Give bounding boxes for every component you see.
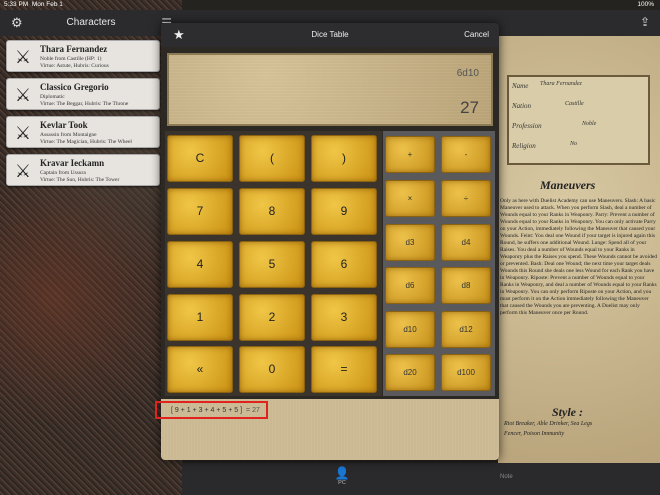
modal-header: ★ Dice Table Cancel <box>161 23 499 47</box>
maneuvers-title: Maneuvers <box>540 178 596 192</box>
character-name: Thara Fernandez <box>40 44 108 54</box>
person-icon: 👤 <box>334 466 350 480</box>
key-divide[interactable]: ÷ <box>441 180 491 217</box>
characters-header: ⚙ Characters ☰ <box>0 10 182 36</box>
key-2[interactable]: 2 <box>239 294 305 341</box>
character-name: Kevlar Took <box>40 120 88 130</box>
dice-result: 27 <box>460 98 479 117</box>
key-d10[interactable]: d10 <box>385 311 435 348</box>
maneuvers-text: Only as here with Duelist Academy can us… <box>500 198 658 316</box>
sheet-name-value: Thara Fernandez <box>540 81 582 87</box>
dice-table-modal: ★ Dice Table Cancel 6d10 27 C ( ) 7 8 9 … <box>161 23 499 460</box>
key-multiply[interactable]: × <box>385 180 435 217</box>
character-name: Kravar Ieckamn <box>40 158 105 168</box>
character-description: Noble from Castille (HP: 1) <box>40 56 102 62</box>
style-title: Style : <box>552 405 583 419</box>
sheet-nation-label: Nation <box>512 102 532 110</box>
character-card[interactable]: ⚔ Classico Gregorio Diplomatic Virtue: T… <box>6 78 160 110</box>
battery-indicator: 100% <box>637 1 654 8</box>
tab-note[interactable]: Note <box>500 474 513 480</box>
key-d6[interactable]: d6 <box>385 267 435 304</box>
style-line: Fencer, Poison Immunity <box>504 431 565 437</box>
character-description: Assassin from Montaigne <box>40 132 97 138</box>
swordsman-icon: ⚔ <box>14 161 32 181</box>
key-d8[interactable]: d8 <box>441 267 491 304</box>
key-equals[interactable]: = <box>311 346 377 393</box>
key-d12[interactable]: d12 <box>441 311 491 348</box>
tab-pc[interactable]: 👤 PC <box>330 466 354 486</box>
key-clear[interactable]: C <box>167 135 233 182</box>
cancel-button[interactable]: Cancel <box>464 30 489 39</box>
sheet-profession-label: Profession <box>512 122 542 130</box>
status-time-date: 5:33 PM Mon Feb 1 <box>4 1 63 8</box>
style-line: Riot Breaker, Able Drinker, Sea Legs <box>504 421 593 427</box>
swordsman-icon: ⚔ <box>14 123 32 143</box>
key-1[interactable]: 1 <box>167 294 233 341</box>
character-card[interactable]: ⚔ Kevlar Took Assassin from Montaigne Vi… <box>6 116 160 148</box>
key-d4[interactable]: d4 <box>441 224 491 261</box>
key-7[interactable]: 7 <box>167 188 233 235</box>
key-8[interactable]: 8 <box>239 188 305 235</box>
character-description: Diplomatic <box>40 94 65 100</box>
character-card[interactable]: ⚔ Kravar Ieckamn Captain from Ussura Vir… <box>6 154 160 186</box>
key-d100[interactable]: d100 <box>441 354 491 391</box>
identity-box <box>507 75 650 165</box>
sheet-religion-value: No <box>570 141 578 147</box>
key-6[interactable]: 6 <box>311 241 377 288</box>
sheet-nation-value: Castille <box>565 101 584 107</box>
swordsman-icon: ⚔ <box>14 47 32 67</box>
status-date: Mon Feb 1 <box>31 1 63 8</box>
key-backspace[interactable]: « <box>167 346 233 393</box>
key-d20[interactable]: d20 <box>385 354 435 391</box>
modal-title: Dice Table <box>311 30 349 39</box>
key-3[interactable]: 3 <box>311 294 377 341</box>
status-bar: 5:33 PM Mon Feb 1 100% <box>0 0 660 10</box>
key-close-paren[interactable]: ) <box>311 135 377 182</box>
key-4[interactable]: 4 <box>167 241 233 288</box>
character-virtue: Virtue: The Magician, Hubris: The Wheel <box>40 139 132 145</box>
sheet-profession-value: Noble <box>582 121 597 127</box>
character-name: Classico Gregorio <box>40 82 109 92</box>
character-virtue: Virtue: The Beggar, Hubris: The Throne <box>40 101 129 107</box>
character-description: Captain from Ussura <box>40 170 86 176</box>
character-card[interactable]: ⚔ Thara Fernandez Noble from Castille (H… <box>6 40 160 72</box>
dice-keypad: + - × ÷ d3 d4 d6 d8 d10 d12 d20 d100 <box>383 131 495 396</box>
status-time: 5:33 PM <box>4 1 29 8</box>
number-pad: C ( ) 7 8 9 4 5 6 1 2 3 « 0 = <box>165 131 382 396</box>
key-9[interactable]: 9 <box>311 188 377 235</box>
highlight-box <box>155 401 268 419</box>
key-minus[interactable]: - <box>441 136 491 173</box>
sheet-name-label: Name <box>512 82 529 90</box>
share-icon[interactable]: ⇪ <box>640 15 650 29</box>
swordsman-icon: ⚔ <box>14 85 32 105</box>
dice-display: 6d10 27 <box>167 53 493 126</box>
tab-bar <box>182 463 660 495</box>
dice-expression: 6d10 <box>456 68 479 79</box>
key-open-paren[interactable]: ( <box>239 135 305 182</box>
key-5[interactable]: 5 <box>239 241 305 288</box>
character-virtue: Virtue: Astute, Hubris: Curious <box>40 63 109 69</box>
tab-pc-label: PC <box>338 480 346 486</box>
character-virtue: Virtue: The Sun, Hubris: The Tower <box>40 177 120 183</box>
key-d3[interactable]: d3 <box>385 224 435 261</box>
key-plus[interactable]: + <box>385 136 435 173</box>
sheet-religion-label: Religion <box>512 142 536 150</box>
key-0[interactable]: 0 <box>239 346 305 393</box>
characters-panel <box>0 0 182 495</box>
characters-title: Characters <box>66 17 116 28</box>
